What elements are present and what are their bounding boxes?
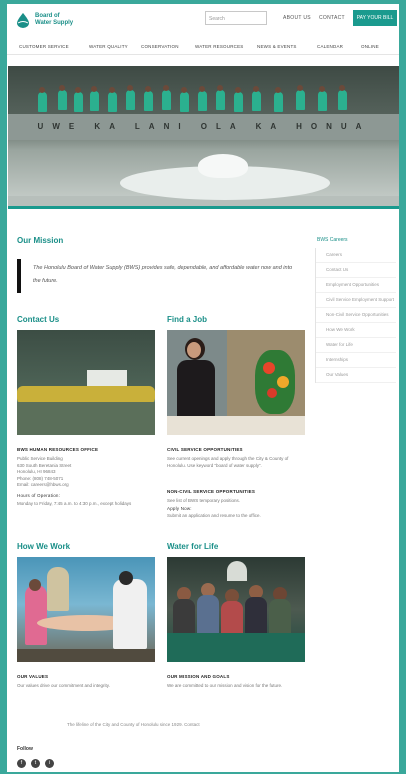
contact-photo [17, 330, 155, 435]
hero-inscription: UWE KA LANI OLA KA HONUA [37, 122, 371, 131]
contact-address: Public Service Building 630 South Bereta… [17, 456, 71, 489]
sidebar-item-employment[interactable]: Employment Opportunities [316, 278, 396, 293]
facebook-icon[interactable]: f [17, 759, 26, 768]
nav-item-conservation[interactable]: CONSERVATION [141, 44, 179, 49]
contact-title: Contact Us [17, 315, 60, 324]
water-for-life-title: Water for Life [167, 542, 219, 551]
nav-item-water-resources[interactable]: WATER RESOURCES [195, 44, 244, 49]
search-input[interactable]: Search [205, 11, 267, 25]
nav-item-customer-service[interactable]: CUSTOMER SERVICE [19, 44, 69, 49]
job-title: Find a Job [167, 315, 207, 324]
sidebar-item-civil-service[interactable]: Civil Service Employment Support [316, 293, 396, 308]
sidebar-item-water-for-life[interactable]: Water for Life [316, 338, 396, 353]
logo[interactable]: Board of Water Supply [15, 12, 73, 28]
non-civil-label: NON-CIVIL SERVICE OPPORTUNITIES [167, 489, 256, 494]
instagram-icon[interactable]: i [45, 759, 54, 768]
logo-text: Board of Water Supply [35, 13, 73, 27]
top-bar: Board of Water Supply Search ABOUT US CO… [7, 4, 399, 36]
non-civil-text[interactable]: See list of BWS temporary positions. [167, 498, 307, 505]
contact-link[interactable]: CONTACT [319, 15, 345, 21]
footer-note: The lifeline of the City and County of H… [67, 722, 200, 727]
nav-item-online[interactable]: ONLINE [361, 44, 379, 49]
sidebar-item-non-civil[interactable]: Non-Civil Service Opportunities [316, 308, 396, 323]
mission-text: The Honolulu Board of Water Supply (BWS)… [33, 265, 293, 284]
main-nav: CUSTOMER SERVICE WATER QUALITY CONSERVAT… [7, 40, 399, 55]
sidebar-item-how-we-work[interactable]: How We Work [316, 323, 396, 338]
apply-label: Apply Now: [167, 506, 192, 511]
sidebar-item-internships[interactable]: Internships [316, 353, 396, 368]
nav-item-news-events[interactable]: NEWS & EVENTS [257, 44, 297, 49]
follow-label: Follow [17, 746, 33, 752]
logo-line-2: Water Supply [35, 20, 74, 26]
water-drop-icon [17, 13, 29, 28]
hero-divider [8, 206, 399, 209]
page: Board of Water Supply Search ABOUT US CO… [7, 4, 399, 772]
mission-goals-label: OUR MISSION AND GOALS [167, 674, 230, 679]
nav-item-calendar[interactable]: CALENDAR [317, 44, 343, 49]
water-for-life-photo [167, 557, 305, 662]
sidebar-item-careers[interactable]: Careers [316, 248, 396, 263]
civil-service-text: See current openings and apply through t… [167, 456, 289, 468]
sidebar: Careers Contact Us Employment Opportunit… [315, 248, 396, 383]
mission-quote-bar [17, 259, 21, 293]
fountain-spray [198, 154, 248, 178]
job-photo [167, 330, 305, 435]
about-us-link[interactable]: ABOUT US [283, 15, 311, 21]
values-text[interactable]: Our values drive our commitment and inte… [17, 683, 157, 690]
sidebar-item-contact[interactable]: Contact Us [316, 263, 396, 278]
pay-bill-button[interactable]: PAY YOUR BILL [353, 10, 397, 26]
mission-goals-text[interactable]: We are committed to our mission and visi… [167, 683, 307, 690]
hours-text: Monday to Friday, 7:45 a.m. to 4:30 p.m.… [17, 501, 132, 506]
logo-line-1: Board of [35, 13, 60, 19]
contact-office-label: BWS HUMAN RESOURCES OFFICE [17, 447, 99, 452]
twitter-icon[interactable]: t [31, 759, 40, 768]
how-we-work-photo [17, 557, 155, 662]
contact-email-link[interactable]: Email: careers@hbws.org [17, 482, 71, 489]
how-we-work-title: How We Work [17, 542, 71, 551]
values-label: OUR VALUES [17, 674, 49, 679]
hero-image: UWE KA LANI OLA KA HONUA [8, 66, 399, 206]
mission-title: Our Mission [17, 236, 64, 245]
nav-item-water-quality[interactable]: WATER QUALITY [89, 44, 128, 49]
sidebar-item-values[interactable]: Our Values [316, 368, 396, 383]
hours-label: Hours of Operation: [17, 493, 61, 498]
civil-service-label: CIVIL SERVICE OPPORTUNITIES [167, 447, 243, 452]
apply-text[interactable]: Submit an application and resume to the … [167, 513, 307, 520]
sidebar-title: BWS Careers [317, 237, 348, 243]
